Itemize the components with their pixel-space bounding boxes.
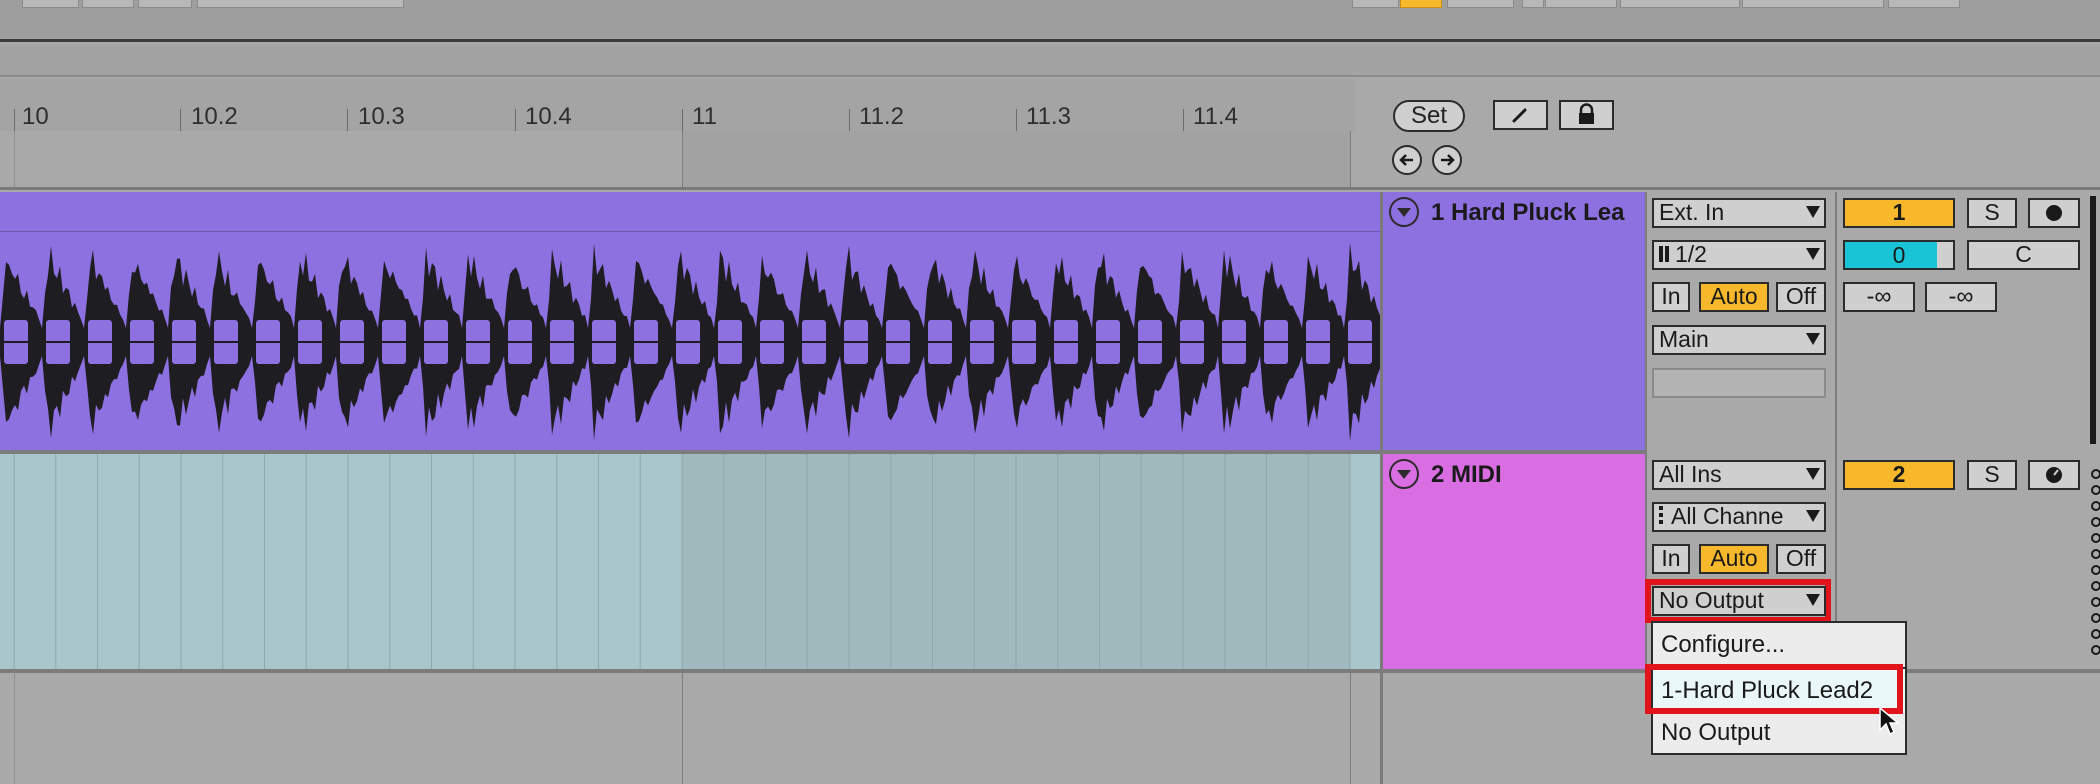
dropdown-value: Ext. In — [1659, 199, 1725, 225]
menu-item-no-output[interactable]: No Output — [1653, 711, 1905, 755]
channel-icon — [1659, 246, 1663, 262]
divider — [0, 187, 2100, 190]
midi-from-channel-dropdown[interactable]: All Channe — [1652, 502, 1826, 532]
volume-value: 0 — [1892, 242, 1906, 268]
meter-bar — [2090, 196, 2096, 444]
arrow-left-icon — [1399, 154, 1413, 166]
peak-level-right[interactable]: -∞ — [1925, 282, 1997, 312]
midi-track-lane[interactable] — [0, 454, 1380, 669]
audio-from-type-dropdown[interactable]: Ext. In — [1652, 198, 1826, 228]
toolbar-toggle-active[interactable] — [1400, 0, 1442, 8]
track-activator-button[interactable]: 2 — [1843, 460, 1955, 490]
dropdown-value: All Ins — [1659, 461, 1722, 487]
ruler-label: 11 — [692, 103, 717, 130]
record-icon — [2046, 205, 2062, 221]
dropdown-value: Main — [1659, 326, 1709, 352]
toolbar-button[interactable] — [1522, 0, 1544, 8]
dropdown-value: 1/2 — [1675, 241, 1707, 267]
track-name[interactable]: 2 MIDI — [1431, 461, 1643, 489]
channel-icon — [1665, 246, 1669, 262]
track-name[interactable]: 1 Hard Pluck Lea — [1431, 199, 1643, 227]
empty-arrangement-area[interactable] — [0, 673, 1380, 784]
fold-track-button[interactable] — [1389, 459, 1419, 489]
ruler-label: 11.3 — [1026, 103, 1071, 130]
grid-lines — [13, 454, 1351, 669]
menu-item-configure[interactable]: Configure... — [1653, 623, 1905, 667]
dropdown-value: All Channe — [1671, 503, 1784, 529]
toolbar-button[interactable] — [1352, 0, 1399, 8]
toolbar-spacer — [1965, 0, 2100, 7]
highlight-frame — [1645, 664, 1903, 714]
ruler-label: 10.3 — [358, 103, 405, 130]
pan-knob[interactable]: C — [1967, 240, 2080, 270]
toolbar-button[interactable] — [1742, 0, 1884, 8]
arm-record-button[interactable] — [2028, 198, 2080, 228]
fold-track-button[interactable] — [1389, 197, 1419, 227]
set-locator-button[interactable]: Set — [1393, 100, 1465, 132]
ruler-label: 11.2 — [859, 103, 904, 130]
pencil-icon — [1512, 108, 1527, 123]
previous-locator-button[interactable] — [1392, 145, 1422, 175]
toolbar-field[interactable] — [197, 0, 404, 8]
toolbar-button[interactable] — [1620, 0, 1740, 8]
midi-to-dropdown[interactable]: No Output — [1652, 586, 1826, 616]
overview-strip[interactable] — [0, 45, 2100, 77]
lock-icon — [1579, 103, 1594, 124]
track-header-2[interactable]: 2 MIDI — [1383, 454, 1645, 669]
time-ruler[interactable] — [0, 131, 1355, 188]
beat-time-ruler[interactable]: 10 10.2 10.3 10.4 11 11.2 11.3 11.4 — [0, 79, 1355, 131]
ruler-label: 10 — [22, 103, 49, 130]
audio-to-channel-field — [1652, 368, 1826, 398]
toolbar-button[interactable] — [22, 0, 79, 8]
track-volume-slider[interactable]: 0 — [1843, 240, 1955, 270]
lock-button[interactable] — [1559, 100, 1614, 130]
monitor-in-button[interactable]: In — [1652, 282, 1690, 312]
midi-arm-icon — [2046, 467, 2062, 483]
monitor-off-button[interactable]: Off — [1776, 544, 1826, 574]
audio-from-channel-dropdown[interactable]: 1/2 — [1652, 240, 1826, 270]
next-locator-button[interactable] — [1432, 145, 1462, 175]
arm-midi-button[interactable] — [2028, 460, 2080, 490]
ruler-label: 11.4 — [1193, 103, 1238, 130]
track-activator-button[interactable]: 1 — [1843, 198, 1955, 228]
solo-button[interactable]: S — [1967, 460, 2017, 490]
meter-dots — [2091, 469, 2100, 655]
midi-from-type-dropdown[interactable]: All Ins — [1652, 460, 1826, 490]
monitor-auto-button[interactable]: Auto — [1699, 282, 1769, 312]
toolbar-button[interactable] — [1545, 0, 1617, 8]
monitor-in-button[interactable]: In — [1652, 544, 1690, 574]
ruler-label: 10.2 — [191, 103, 238, 130]
toolbar-button[interactable] — [1888, 0, 1960, 8]
top-toolbar — [0, 0, 2100, 42]
monitor-off-button[interactable]: Off — [1776, 282, 1826, 312]
arrow-right-icon — [1441, 154, 1455, 166]
toolbar-button[interactable] — [1447, 0, 1514, 8]
dropdown-value: No Output — [1659, 587, 1764, 613]
track-header-1[interactable]: 1 Hard Pluck Lea — [1383, 192, 1645, 450]
ruler-label: 10.4 — [525, 103, 572, 130]
audio-to-dropdown[interactable]: Main — [1652, 325, 1826, 355]
solo-button[interactable]: S — [1967, 198, 2017, 228]
mouse-cursor-icon — [1879, 706, 1901, 736]
toolbar-button[interactable] — [138, 0, 192, 8]
clip-title-bar[interactable] — [0, 192, 1380, 232]
monitor-auto-button[interactable]: Auto — [1699, 544, 1769, 574]
peak-level-left[interactable]: -∞ — [1843, 282, 1915, 312]
channel-icon — [1659, 506, 1663, 524]
toolbar-button[interactable] — [82, 0, 134, 8]
draw-mode-button[interactable] — [1493, 100, 1548, 130]
